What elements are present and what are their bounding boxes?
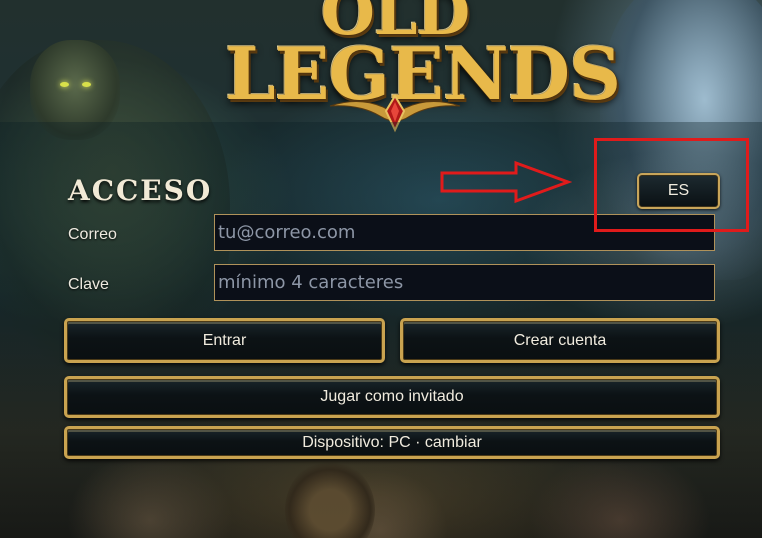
ghoul-eye-right xyxy=(82,82,91,87)
annotation-arrow-icon xyxy=(440,160,572,204)
enter-button[interactable]: Entrar xyxy=(64,318,385,363)
login-title: ACCESO xyxy=(68,174,213,207)
email-label: Correo xyxy=(68,226,117,243)
device-switch-button[interactable]: Dispositivo: PC · cambiar xyxy=(64,426,720,459)
annotation-highlight-box xyxy=(594,138,749,232)
guest-play-button[interactable]: Jugar como invitado xyxy=(64,376,720,418)
create-account-button[interactable]: Crear cuenta xyxy=(400,318,720,363)
password-label: Clave xyxy=(68,276,109,293)
ghoul-eye-left xyxy=(60,82,69,87)
game-login-screen: OLD LEGENDS ACCESO ES Correo Clave Entra… xyxy=(0,0,762,538)
password-field[interactable] xyxy=(214,264,715,301)
